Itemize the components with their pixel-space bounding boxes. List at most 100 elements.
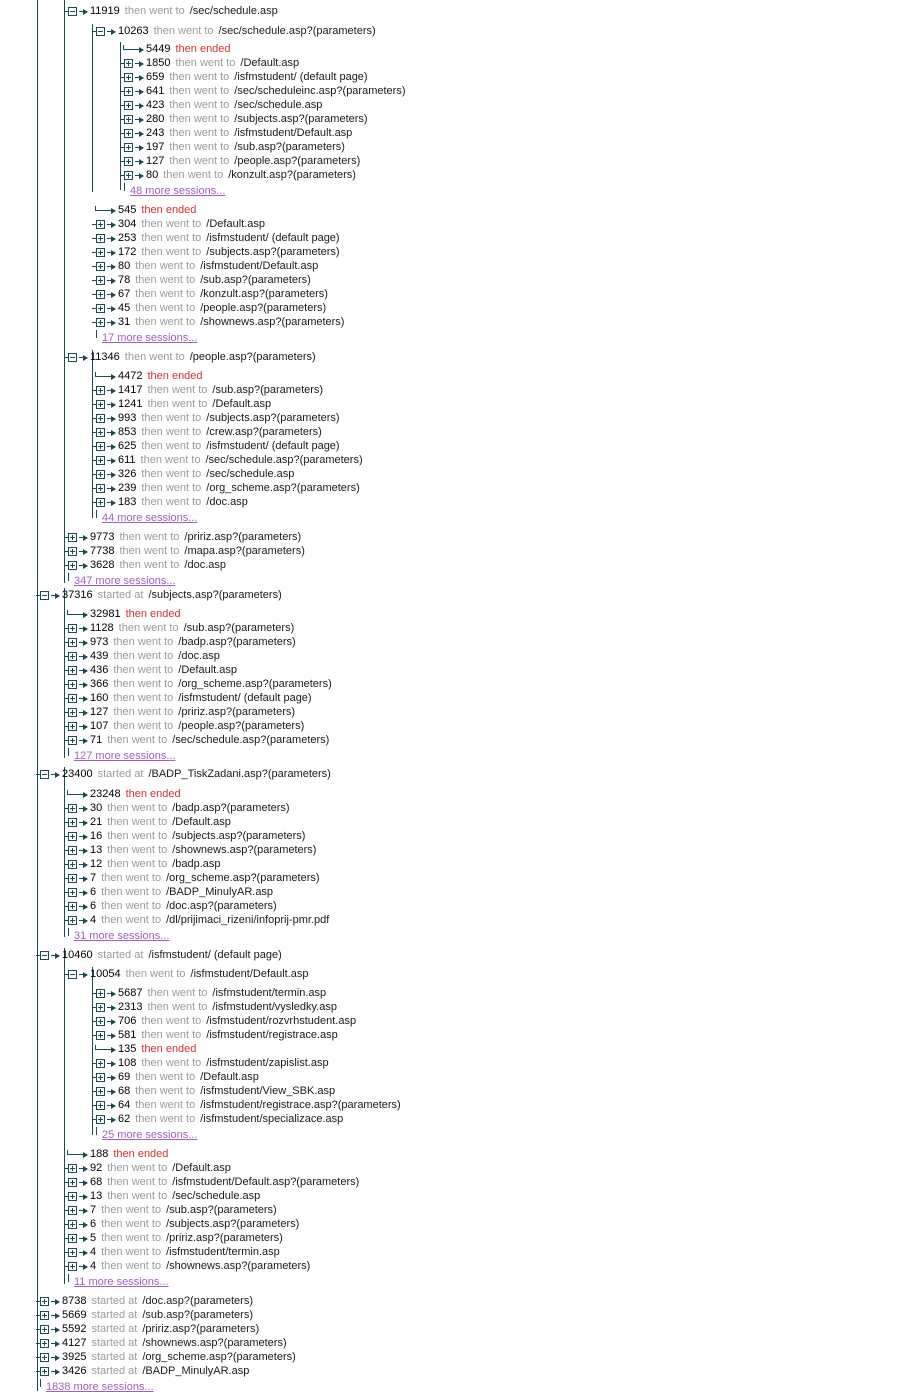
expand-node-icon[interactable]: [96, 1101, 105, 1110]
expand-node-icon[interactable]: [68, 1206, 77, 1215]
expand-node-icon[interactable]: [96, 1087, 105, 1096]
collapse-node-icon[interactable]: [40, 770, 49, 779]
expand-node-icon[interactable]: [96, 1017, 105, 1026]
expand-node-icon[interactable]: [96, 1031, 105, 1040]
expand-node-icon[interactable]: [68, 846, 77, 855]
expand-node-icon[interactable]: [68, 638, 77, 647]
expand-node-icon[interactable]: [40, 1367, 49, 1376]
more-sessions-row[interactable]: 11 more sessions...: [68, 1274, 169, 1289]
expand-node-icon[interactable]: [68, 832, 77, 841]
expand-node-icon[interactable]: [96, 989, 105, 998]
more-sessions-link[interactable]: 11 more sessions...: [74, 1276, 169, 1288]
collapse-node-icon[interactable]: [68, 353, 77, 362]
expand-node-icon[interactable]: [124, 87, 133, 96]
expand-node-icon[interactable]: [124, 73, 133, 82]
expand-node-icon[interactable]: [68, 804, 77, 813]
expand-node-icon[interactable]: [96, 1115, 105, 1124]
expand-node-icon[interactable]: [96, 1073, 105, 1082]
expand-node-icon[interactable]: [68, 860, 77, 869]
expand-node-icon[interactable]: [40, 1297, 49, 1306]
expand-node-icon[interactable]: [68, 888, 77, 897]
expand-node-icon[interactable]: [68, 1234, 77, 1243]
row-label: 78 then went to/sub.asp?(parameters): [118, 273, 311, 287]
more-sessions-link[interactable]: 25 more sessions...: [102, 1129, 197, 1141]
expand-node-icon[interactable]: [96, 318, 105, 327]
expand-node-icon[interactable]: [40, 1311, 49, 1320]
expand-node-icon[interactable]: [68, 680, 77, 689]
expand-node-icon[interactable]: [96, 400, 105, 409]
transition-verb-label: then went to: [141, 412, 202, 424]
more-sessions-link[interactable]: 347 more sessions...: [74, 575, 176, 587]
more-sessions-row[interactable]: 31 more sessions...: [68, 928, 169, 943]
expand-node-icon[interactable]: [40, 1325, 49, 1334]
more-sessions-link[interactable]: 44 more sessions...: [102, 512, 197, 524]
collapse-node-icon[interactable]: [96, 27, 105, 36]
more-sessions-link[interactable]: 31 more sessions...: [74, 930, 169, 942]
more-sessions-row[interactable]: 44 more sessions...: [96, 510, 197, 525]
expand-node-icon[interactable]: [68, 902, 77, 911]
expand-node-icon[interactable]: [96, 414, 105, 423]
expand-node-icon[interactable]: [68, 1220, 77, 1229]
expand-node-icon[interactable]: [68, 1178, 77, 1187]
more-sessions-row[interactable]: 48 more sessions...: [124, 183, 225, 198]
page-url: /mapa.asp?(parameters): [184, 545, 305, 557]
expand-node-icon[interactable]: [124, 157, 133, 166]
expand-node-icon[interactable]: [68, 736, 77, 745]
expand-node-icon[interactable]: [96, 220, 105, 229]
expand-node-icon[interactable]: [68, 624, 77, 633]
more-sessions-row[interactable]: 127 more sessions...: [68, 748, 176, 763]
more-sessions-row[interactable]: 1838 more sessions...: [40, 1379, 154, 1394]
expand-node-icon[interactable]: [68, 916, 77, 925]
expand-node-icon[interactable]: [124, 129, 133, 138]
expand-node-icon[interactable]: [96, 456, 105, 465]
expand-node-icon[interactable]: [68, 561, 77, 570]
expand-node-icon[interactable]: [124, 115, 133, 124]
expand-node-icon[interactable]: [96, 442, 105, 451]
expand-node-icon[interactable]: [96, 290, 105, 299]
expand-node-icon[interactable]: [96, 484, 105, 493]
expand-node-icon[interactable]: [96, 262, 105, 271]
expand-node-icon[interactable]: [68, 874, 77, 883]
collapse-node-icon[interactable]: [68, 7, 77, 16]
expand-node-icon[interactable]: [96, 386, 105, 395]
expand-node-icon[interactable]: [40, 1353, 49, 1362]
more-sessions-row[interactable]: 17 more sessions...: [96, 330, 197, 345]
expand-node-icon[interactable]: [68, 547, 77, 556]
expand-node-icon[interactable]: [124, 59, 133, 68]
collapse-node-icon[interactable]: [68, 970, 77, 979]
expand-node-icon[interactable]: [68, 666, 77, 675]
expand-node-icon[interactable]: [96, 428, 105, 437]
expand-node-icon[interactable]: [68, 818, 77, 827]
expand-node-icon[interactable]: [96, 1059, 105, 1068]
expand-node-icon[interactable]: [68, 1192, 77, 1201]
expand-node-icon[interactable]: [96, 498, 105, 507]
expand-node-icon[interactable]: [68, 1248, 77, 1257]
expand-node-icon[interactable]: [40, 1339, 49, 1348]
collapse-node-icon[interactable]: [40, 591, 49, 600]
expand-node-icon[interactable]: [68, 708, 77, 717]
expand-node-icon[interactable]: [96, 234, 105, 243]
collapse-node-icon[interactable]: [40, 951, 49, 960]
more-sessions-link[interactable]: 1838 more sessions...: [46, 1381, 154, 1393]
expand-node-icon[interactable]: [68, 1164, 77, 1173]
expand-node-icon[interactable]: [68, 722, 77, 731]
more-sessions-row[interactable]: 25 more sessions...: [96, 1127, 197, 1142]
expand-node-icon[interactable]: [124, 143, 133, 152]
more-sessions-link[interactable]: 127 more sessions...: [74, 750, 176, 762]
expand-node-icon[interactable]: [96, 248, 105, 257]
expand-node-icon[interactable]: [96, 276, 105, 285]
node-toggle-group: [92, 1084, 118, 1098]
transition-verb-label: then went to: [175, 57, 236, 69]
expand-node-icon[interactable]: [96, 470, 105, 479]
expand-node-icon[interactable]: [68, 1262, 77, 1271]
expand-node-icon[interactable]: [124, 101, 133, 110]
expand-node-icon[interactable]: [68, 694, 77, 703]
more-sessions-link[interactable]: 17 more sessions...: [102, 332, 197, 344]
more-sessions-link[interactable]: 48 more sessions...: [130, 185, 225, 197]
expand-node-icon[interactable]: [124, 171, 133, 180]
more-sessions-row[interactable]: 347 more sessions...: [68, 573, 176, 588]
expand-node-icon[interactable]: [68, 652, 77, 661]
expand-node-icon[interactable]: [68, 533, 77, 542]
expand-node-icon[interactable]: [96, 304, 105, 313]
expand-node-icon[interactable]: [96, 1003, 105, 1012]
